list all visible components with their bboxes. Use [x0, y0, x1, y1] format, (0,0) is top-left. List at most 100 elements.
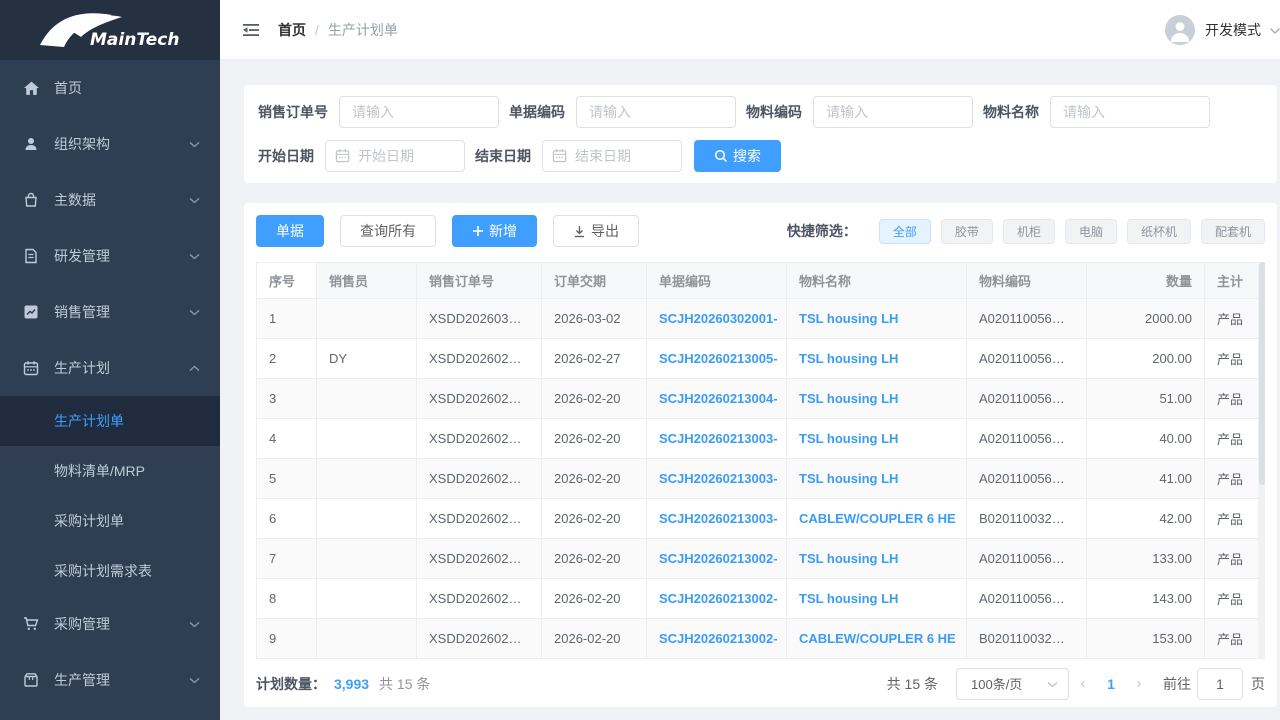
goto-page-input[interactable]: [1197, 668, 1243, 700]
doc-code-link[interactable]: SCJH20260213003-: [659, 471, 778, 486]
doc-code-link[interactable]: SCJH20260302001-: [659, 311, 778, 326]
user-mode-label: 开发模式: [1205, 20, 1261, 40]
sidebar-collapse-icon[interactable]: [240, 19, 262, 41]
doc-code-link[interactable]: SCJH20260213003-: [659, 511, 778, 526]
material-name-link[interactable]: TSL housing LH: [799, 471, 898, 486]
doc-code-link[interactable]: SCJH20260213004-: [659, 391, 778, 406]
table-row[interactable]: 2 DY XSDD202602… 2026-02-27 SCJH20260213…: [257, 339, 1265, 379]
cell-index: 2: [257, 339, 317, 379]
material-name-link[interactable]: TSL housing LH: [799, 311, 898, 326]
table-row[interactable]: 8 XSDD202602… 2026-02-20 SCJH20260213002…: [257, 579, 1265, 619]
table-row[interactable]: 5 XSDD202602… 2026-02-20 SCJH20260213003…: [257, 459, 1265, 499]
chevron-down-icon: [1047, 676, 1058, 691]
cell-seller: [317, 619, 417, 659]
material-name-link[interactable]: CABLEW/COUPLER 6 HE: [799, 511, 956, 526]
quick-filter-button[interactable]: 胶带: [941, 219, 993, 244]
export-button[interactable]: 导出: [553, 215, 639, 247]
cell-sales-order: XSDD202602…: [417, 339, 542, 379]
start-date-input[interactable]: [325, 140, 465, 172]
col-header-material-name: 物料名称: [787, 263, 967, 299]
quick-filter-button[interactable]: 纸杯机: [1127, 219, 1191, 244]
table-row[interactable]: 3 XSDD202602… 2026-02-20 SCJH20260213004…: [257, 379, 1265, 419]
search-button[interactable]: 搜索: [694, 140, 781, 172]
sidebar-item-label: 主数据: [54, 190, 96, 210]
doc-code-link[interactable]: SCJH20260213002-: [659, 591, 778, 606]
query-all-button[interactable]: 查询所有: [340, 215, 436, 247]
user-menu[interactable]: 开发模式: [1165, 15, 1280, 45]
sales-order-input[interactable]: [339, 96, 499, 128]
cell-delivery-date: 2026-02-27: [542, 339, 647, 379]
avatar: [1165, 15, 1195, 45]
doc-button[interactable]: 单据: [256, 215, 324, 247]
sidebar-subitem-bom-mrp[interactable]: 物料清单/MRP: [0, 446, 220, 496]
table-row[interactable]: 9 XSDD202602… 2026-02-20 SCJH20260213002…: [257, 619, 1265, 659]
add-button[interactable]: 新增: [452, 215, 537, 247]
quick-filter-button[interactable]: 配套机: [1201, 219, 1265, 244]
material-name-link[interactable]: TSL housing LH: [799, 351, 898, 366]
maintech-logo-icon: MainTech: [34, 7, 186, 53]
material-name-link[interactable]: TSL housing LH: [799, 431, 898, 446]
bag-icon: [22, 191, 40, 209]
app-root: MainTech 首页 组织架构: [0, 0, 1280, 720]
col-header-material-code: 物料编码: [967, 263, 1087, 299]
submenu-label: 采购计划需求表: [54, 561, 152, 581]
quick-filter-button[interactable]: 机柜: [1003, 219, 1055, 244]
chevron-down-icon: [189, 197, 200, 204]
material-code-input[interactable]: [813, 96, 973, 128]
sidebar-item-label: 生产管理: [54, 670, 110, 690]
production-plan-submenu: 生产计划单 物料清单/MRP 采购计划单 采购计划需求表: [0, 396, 220, 596]
plan-qty-value: 3,993: [334, 676, 369, 692]
sidebar-item-manufacturing[interactable]: 生产管理: [0, 652, 220, 708]
material-name-input[interactable]: [1050, 96, 1210, 128]
sidebar-item-purchasing[interactable]: 采购管理: [0, 596, 220, 652]
table-toolbar: 单据 查询所有 新增 导出 快捷筛: [256, 215, 1265, 247]
doc-code-link[interactable]: SCJH20260213002-: [659, 551, 778, 566]
sidebar-item-org[interactable]: 组织架构: [0, 116, 220, 172]
sidebar-item-master-data[interactable]: 主数据: [0, 172, 220, 228]
table-row[interactable]: 7 XSDD202602… 2026-02-20 SCJH20260213002…: [257, 539, 1265, 579]
prev-page-button[interactable]: ‹: [1069, 675, 1097, 692]
sidebar-item-rnd[interactable]: 研发管理: [0, 228, 220, 284]
material-name-link[interactable]: TSL housing LH: [799, 391, 898, 406]
goto-suffix: 页: [1251, 674, 1265, 694]
filter-material-code: 物料编码: [746, 96, 973, 128]
quick-filter-button[interactable]: 电脑: [1065, 219, 1117, 244]
sidebar-item-production-plan[interactable]: 生产计划: [0, 340, 220, 396]
table-row[interactable]: 6 XSDD202602… 2026-02-20 SCJH20260213003…: [257, 499, 1265, 539]
quick-filter-button[interactable]: 全部: [879, 219, 931, 244]
table-scroll-area: 序号 销售员 销售订单号 订单交期 单据编码 物料名称 物料编码 数量 主计: [256, 262, 1265, 660]
cell-delivery-date: 2026-02-20: [542, 379, 647, 419]
breadcrumb-home[interactable]: 首页: [278, 20, 306, 40]
sidebar-subitem-production-plan-order[interactable]: 生产计划单: [0, 396, 220, 446]
next-page-button[interactable]: ›: [1125, 675, 1153, 692]
cell-index: 9: [257, 619, 317, 659]
doc-code-link[interactable]: SCJH20260213002-: [659, 631, 778, 646]
sidebar-item-label: 首页: [54, 78, 82, 98]
download-icon: [573, 225, 586, 238]
material-name-link[interactable]: CABLEW/COUPLER 6 HE: [799, 631, 956, 646]
cell-seller: [317, 379, 417, 419]
doc-code-link[interactable]: SCJH20260213003-: [659, 431, 778, 446]
doc-code-input[interactable]: [576, 96, 736, 128]
vertical-scrollbar[interactable]: [1258, 262, 1265, 660]
scrollbar-thumb[interactable]: [1259, 262, 1265, 485]
material-name-link[interactable]: TSL housing LH: [799, 591, 898, 606]
sidebar-subitem-purchase-plan-order[interactable]: 采购计划单: [0, 496, 220, 546]
quick-filter-area: 快捷筛选： 全部 胶带 机柜 电脑 纸: [787, 219, 1265, 244]
breadcrumb-separator: /: [315, 22, 319, 38]
page-number-1[interactable]: 1: [1097, 676, 1125, 692]
filter-label: 开始日期: [258, 146, 314, 166]
cell-material-code: A020110056…: [967, 459, 1087, 499]
sidebar-subitem-purchase-plan-demand[interactable]: 采购计划需求表: [0, 546, 220, 596]
chevron-down-icon: [189, 309, 200, 316]
table-row[interactable]: 4 XSDD202602… 2026-02-20 SCJH20260213003…: [257, 419, 1265, 459]
page-size-select[interactable]: 100条/页: [956, 668, 1069, 700]
cell-seller: [317, 499, 417, 539]
filter-label: 结束日期: [475, 146, 531, 166]
sidebar-item-home[interactable]: 首页: [0, 60, 220, 116]
end-date-input[interactable]: [542, 140, 682, 172]
sidebar-item-sales[interactable]: 销售管理: [0, 284, 220, 340]
doc-code-link[interactable]: SCJH20260213005-: [659, 351, 778, 366]
material-name-link[interactable]: TSL housing LH: [799, 551, 898, 566]
table-row[interactable]: 1 XSDD202603… 2026-03-02 SCJH20260302001…: [257, 299, 1265, 339]
